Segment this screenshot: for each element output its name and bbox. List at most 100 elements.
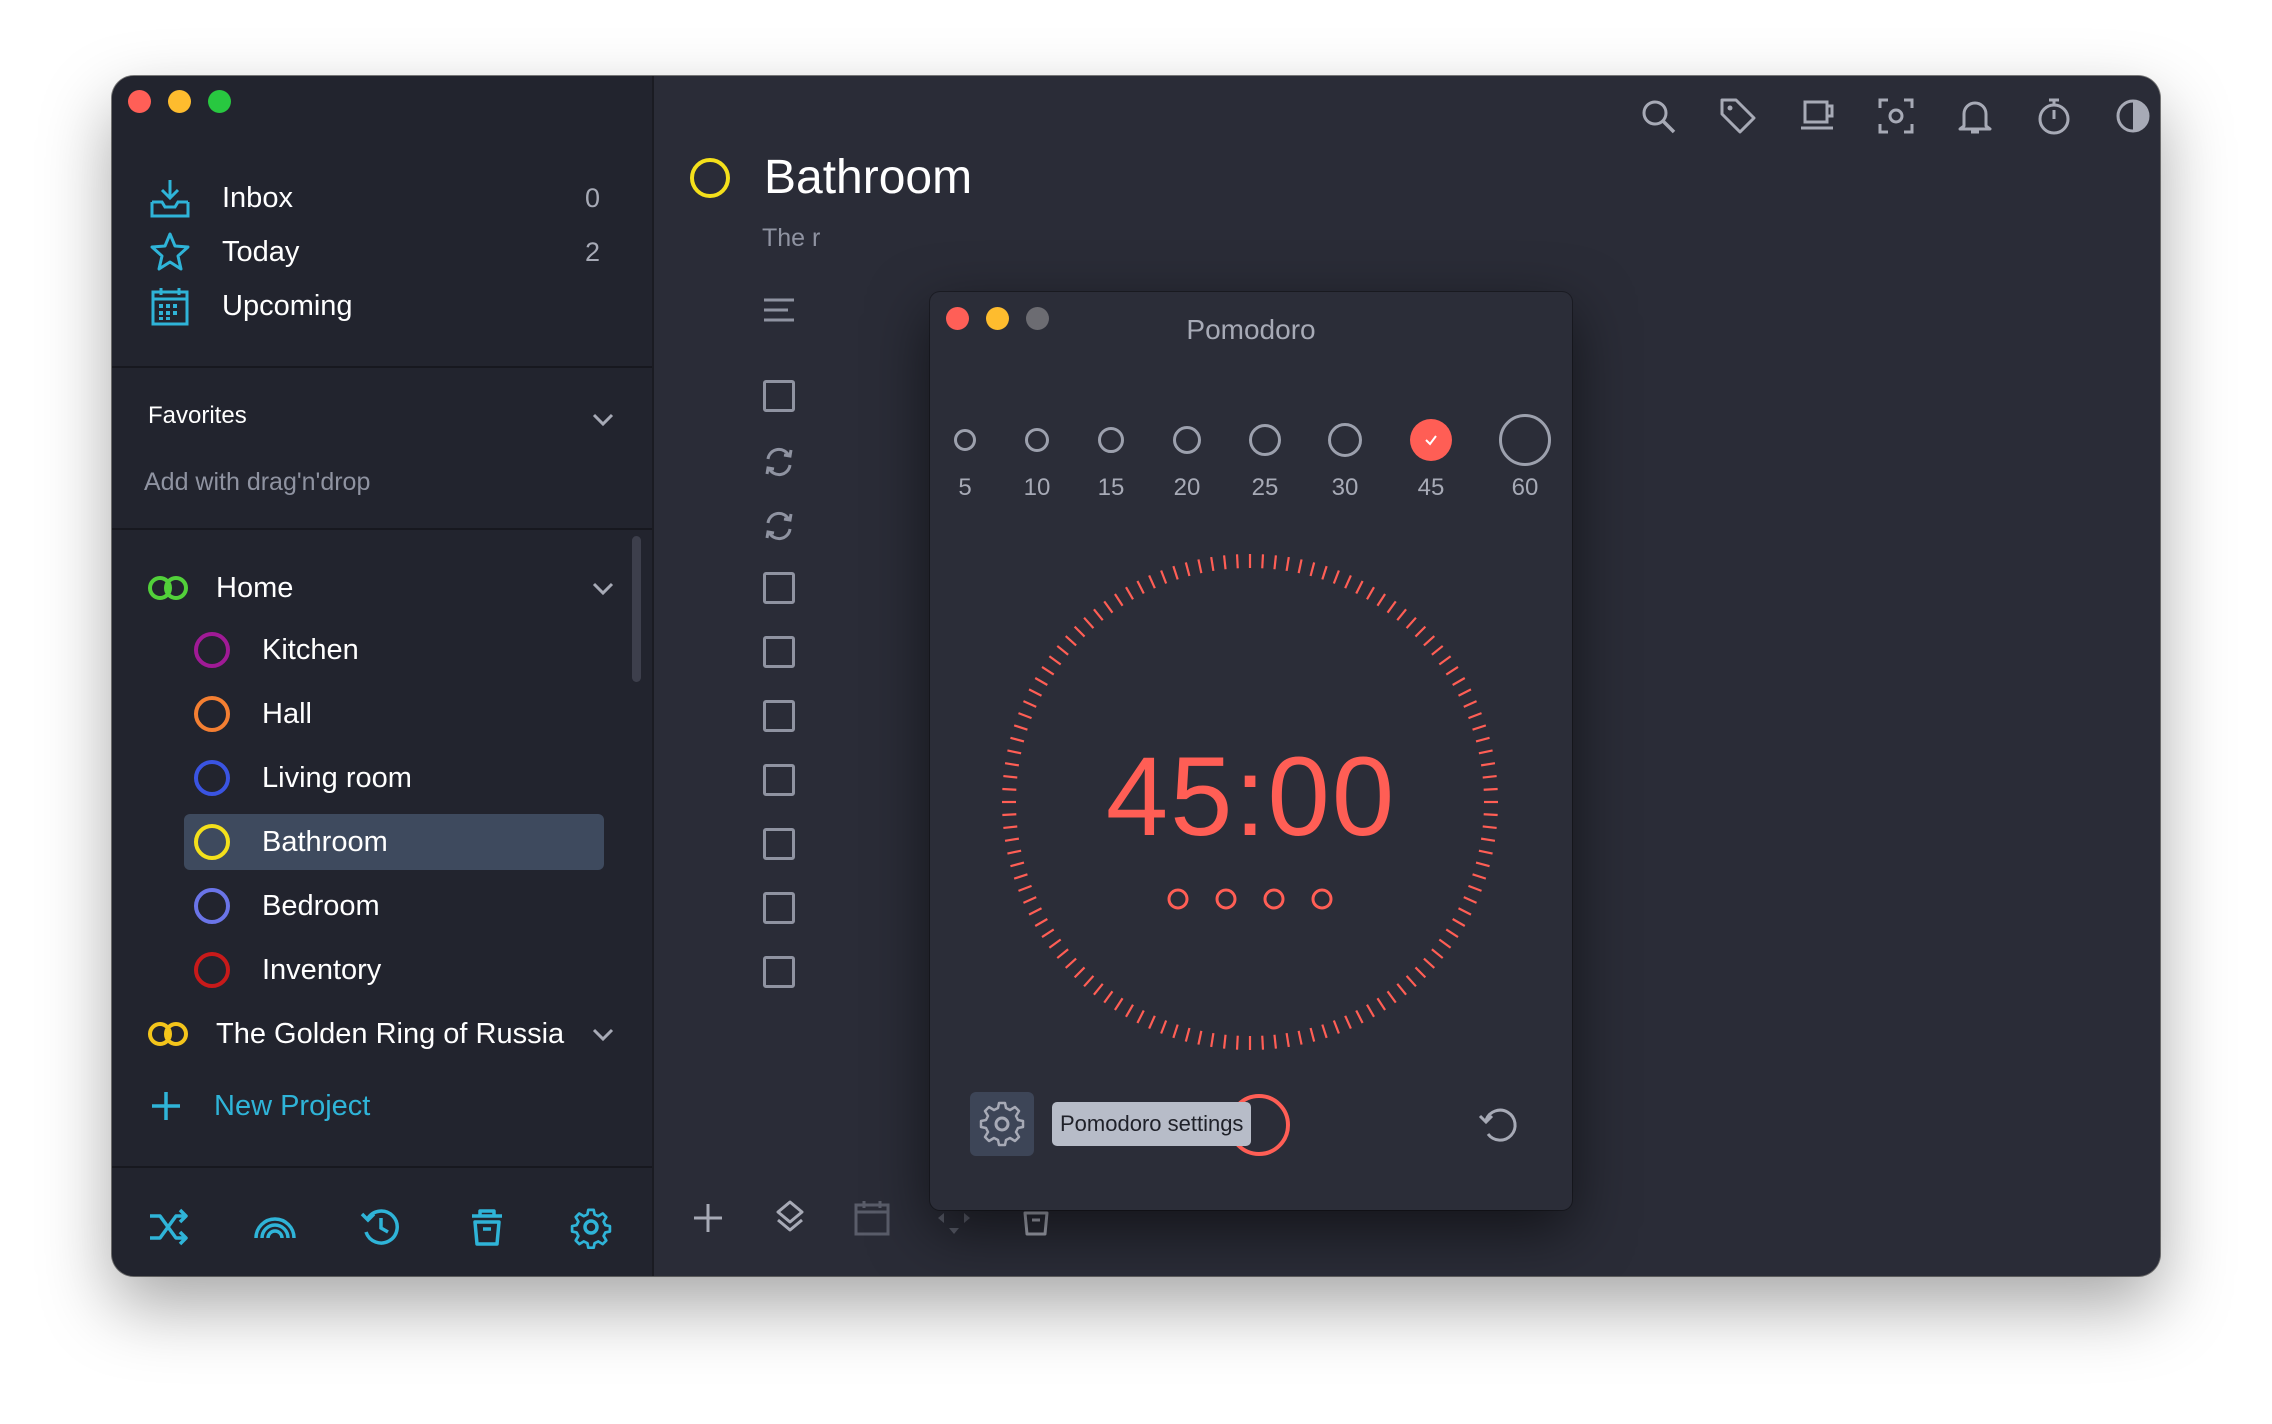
- dial-tick: [1386, 990, 1397, 1004]
- dial-tick: [1013, 873, 1028, 880]
- minimize-window-button[interactable]: [168, 90, 191, 113]
- contrast-icon[interactable]: [2113, 96, 2153, 136]
- project-bedroom[interactable]: Bedroom: [194, 878, 614, 934]
- project-hall[interactable]: Hall: [194, 686, 614, 742]
- project-golden-ring[interactable]: The Golden Ring of Russia: [146, 1006, 616, 1062]
- dial-tick: [1160, 570, 1168, 584]
- task-checkbox[interactable]: [763, 764, 795, 796]
- project-color-ring: [194, 888, 230, 924]
- search-icon[interactable]: [1638, 96, 1678, 136]
- task-checkbox[interactable]: [763, 828, 795, 860]
- dial-tick: [1344, 574, 1352, 589]
- task-checkbox[interactable]: [763, 572, 795, 604]
- focus-icon[interactable]: [1876, 96, 1916, 136]
- coffee-icon[interactable]: [1797, 96, 1837, 136]
- project-label: Bedroom: [262, 889, 380, 922]
- dial-tick: [1022, 700, 1037, 708]
- dial-tick: [1297, 559, 1303, 574]
- check-icon: [1425, 435, 1437, 446]
- project-note[interactable]: The r: [762, 224, 820, 253]
- dial-tick: [1468, 712, 1482, 720]
- dial-tick: [1321, 1024, 1328, 1039]
- sidebar-item-upcoming[interactable]: Upcoming: [144, 278, 634, 334]
- rainbow-icon[interactable]: [252, 1204, 298, 1250]
- sidebar-item-inbox[interactable]: Inbox 0: [144, 170, 634, 226]
- history-icon[interactable]: [358, 1204, 404, 1250]
- calendar-icon[interactable]: [852, 1198, 892, 1238]
- trash-icon[interactable]: [464, 1204, 510, 1250]
- repeat-icon[interactable]: [760, 443, 798, 481]
- dial-tick: [1022, 896, 1037, 904]
- project-color-ring: [194, 696, 230, 732]
- bell-icon[interactable]: [1955, 96, 1995, 136]
- duration-option-30[interactable]: 30: [1310, 414, 1380, 502]
- duration-option-60[interactable]: 60: [1490, 414, 1560, 502]
- duration-option-10[interactable]: 10: [1002, 414, 1072, 502]
- favorites-header[interactable]: Favorites: [148, 402, 247, 430]
- favorites-hint: Add with drag'n'drop: [144, 468, 371, 496]
- sidebar-item-label: Today: [222, 235, 300, 268]
- dial-tick: [1073, 625, 1086, 638]
- stopwatch-icon[interactable]: [2034, 96, 2074, 136]
- repeat-icon[interactable]: [760, 507, 798, 545]
- sidebar-scrollbar[interactable]: [632, 536, 641, 682]
- duration-option-25[interactable]: 25: [1230, 414, 1300, 502]
- dial-tick: [1468, 884, 1482, 892]
- dial-tick: [1172, 1024, 1179, 1039]
- dial-tick: [1093, 608, 1104, 621]
- dial-tick: [1197, 559, 1203, 574]
- dial-tick: [1160, 1020, 1168, 1034]
- task-checkbox[interactable]: [763, 380, 795, 412]
- plus-icon[interactable]: [688, 1198, 728, 1238]
- project-living-room[interactable]: Living room: [194, 750, 614, 806]
- duration-option-20[interactable]: 20: [1152, 414, 1222, 502]
- timer-display: 45:00: [1105, 734, 1397, 859]
- dial-tick: [1366, 1004, 1375, 1018]
- reset-icon[interactable]: [1476, 1102, 1522, 1148]
- chevron-down-icon[interactable]: [590, 575, 616, 601]
- duration-option-15[interactable]: 15: [1076, 414, 1146, 502]
- dial-tick: [1064, 957, 1077, 969]
- duration-option-5[interactable]: 5: [930, 414, 1000, 502]
- task-checkbox[interactable]: [763, 892, 795, 924]
- dial-tick: [1297, 1030, 1303, 1045]
- chevron-down-icon[interactable]: [590, 406, 616, 432]
- dial-tick: [1438, 938, 1452, 949]
- task-checkbox[interactable]: [763, 956, 795, 988]
- project-kitchen[interactable]: Kitchen: [194, 622, 614, 678]
- shuffle-icon[interactable]: [146, 1204, 192, 1250]
- task-checkbox[interactable]: [763, 636, 795, 668]
- notes-lines-icon[interactable]: [760, 292, 798, 330]
- new-project-button[interactable]: New Project: [148, 1078, 548, 1134]
- zoom-window-button[interactable]: [208, 90, 231, 113]
- dial-tick: [1034, 918, 1048, 927]
- dial-tick: [1125, 586, 1134, 600]
- project-inventory[interactable]: Inventory: [194, 942, 614, 998]
- dial-tick: [1073, 966, 1086, 979]
- sidebar-item-today[interactable]: Today 2: [144, 224, 634, 280]
- project-bathroom[interactable]: Bathroom: [184, 814, 604, 870]
- diamond-icon[interactable]: [770, 1198, 810, 1238]
- dial-tick: [1184, 562, 1191, 577]
- tag-icon[interactable]: [1718, 96, 1758, 136]
- pomodoro-settings-button[interactable]: [970, 1092, 1034, 1156]
- dial-tick: [1445, 928, 1459, 938]
- session-dot: [1167, 888, 1189, 910]
- dial-tick: [1386, 600, 1397, 614]
- dial-tick: [1018, 884, 1032, 892]
- duration-label: 10: [1023, 474, 1051, 501]
- gear-icon[interactable]: [568, 1204, 614, 1250]
- project-color-ring: [194, 952, 230, 988]
- duration-label: 5: [958, 474, 972, 501]
- task-checkbox[interactable]: [763, 700, 795, 732]
- chevron-down-icon[interactable]: [590, 1021, 616, 1047]
- project-home[interactable]: Home: [146, 560, 616, 616]
- dial-tick: [1376, 593, 1386, 607]
- close-window-button[interactable]: [128, 90, 151, 113]
- project-color-ring: [690, 158, 730, 198]
- dial-tick: [1136, 1009, 1145, 1024]
- duration-radio: [1173, 426, 1201, 454]
- page-title[interactable]: Bathroom: [764, 150, 972, 205]
- star-icon: [150, 232, 190, 271]
- duration-option-45[interactable]: 45: [1396, 414, 1466, 502]
